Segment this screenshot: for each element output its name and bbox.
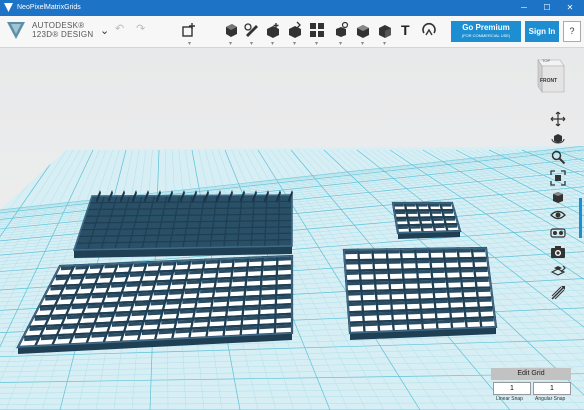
- undo-icon[interactable]: ↶: [115, 22, 124, 35]
- orbit-icon[interactable]: [550, 130, 566, 146]
- snap-settings-icon[interactable]: [550, 285, 566, 301]
- brand-line1: AUTODESK®: [32, 21, 85, 30]
- autodesk-logo-icon: [7, 22, 25, 39]
- view-cube[interactable]: TOP FRONT: [534, 56, 566, 96]
- minimize-button[interactable]: ─: [513, 0, 535, 16]
- angular-snap-label: Angular Snap: [535, 396, 566, 402]
- grid-10x8[interactable]: [342, 246, 498, 340]
- construct-icon[interactable]: [264, 21, 282, 39]
- snap-icon[interactable]: [420, 21, 438, 39]
- view-cube-top-label: TOP: [542, 58, 551, 63]
- window-titlebar: NeoPixelMatrixGrids ─ ☐ ✕: [0, 0, 584, 16]
- construct-dropdown-indicator[interactable]: ▾: [271, 40, 274, 47]
- view-icon[interactable]: [550, 189, 566, 205]
- modify-icon[interactable]: [286, 21, 304, 39]
- edit-grid-button[interactable]: Edit Grid: [491, 368, 571, 380]
- primitives-dropdown-indicator[interactable]: ▾: [229, 40, 232, 47]
- redo-icon[interactable]: ↷: [136, 22, 145, 35]
- measure-dropdown-indicator[interactable]: ▾: [383, 40, 386, 47]
- sketch-icon[interactable]: [243, 21, 261, 39]
- grid-5x4[interactable]: [391, 201, 462, 239]
- primitives-icon[interactable]: [222, 21, 240, 39]
- go-premium-sublabel: (FOR COMMERCIAL USE): [461, 33, 511, 38]
- material-icon[interactable]: [550, 225, 566, 241]
- main-toolbar: AUTODESK® 123D® DESIGN ⌄ ↶ ↷ T ▾ ▾ ▾ ▾ ▾…: [0, 16, 584, 48]
- combine-dropdown-indicator[interactable]: ▾: [361, 40, 364, 47]
- help-button[interactable]: ?: [563, 21, 581, 42]
- grid-16x8-unassembled[interactable]: [72, 190, 293, 258]
- go-premium-button[interactable]: Go Premium (FOR COMMERCIAL USE): [451, 21, 521, 42]
- viewport-3d[interactable]: [0, 48, 584, 410]
- go-premium-label: Go Premium: [462, 23, 510, 32]
- fit-icon[interactable]: [550, 170, 566, 186]
- sign-in-button[interactable]: Sign In: [525, 21, 559, 42]
- combine-icon[interactable]: [354, 21, 372, 39]
- view-cube-front-label: FRONT: [540, 78, 558, 84]
- visibility-icon[interactable]: [550, 207, 566, 223]
- grid-16x8-assembled[interactable]: [16, 254, 294, 354]
- sketch-dropdown-indicator[interactable]: ▾: [250, 40, 253, 47]
- zoom-icon[interactable]: [550, 149, 566, 165]
- viewport-scroll-indicator[interactable]: [579, 198, 582, 238]
- screenshot-icon[interactable]: [550, 244, 566, 260]
- scene: [0, 146, 584, 410]
- new-shape-icon[interactable]: [180, 21, 198, 39]
- text-tool-icon[interactable]: T: [401, 22, 410, 38]
- main-menu-chevron-icon[interactable]: ⌄: [100, 24, 109, 37]
- pattern-icon[interactable]: [308, 21, 326, 39]
- grid-settings-icon[interactable]: [550, 264, 566, 280]
- app-logo-icon: [4, 3, 13, 12]
- group-dropdown-indicator[interactable]: ▾: [339, 40, 342, 47]
- scene-objects: [16, 190, 498, 354]
- measure-icon[interactable]: [376, 21, 394, 39]
- pattern-dropdown-indicator[interactable]: ▾: [315, 40, 318, 47]
- brand-line2: 123D® DESIGN: [32, 30, 94, 39]
- modify-dropdown-indicator[interactable]: ▾: [293, 40, 296, 47]
- linear-snap-field[interactable]: 1: [493, 382, 531, 395]
- window-title: NeoPixelMatrixGrids: [17, 4, 81, 11]
- maximize-button[interactable]: ☐: [536, 0, 558, 16]
- close-button[interactable]: ✕: [559, 0, 581, 16]
- pan-icon[interactable]: [550, 111, 566, 127]
- new-shape-dropdown-indicator[interactable]: ▾: [188, 40, 191, 47]
- angular-snap-field[interactable]: 1: [533, 382, 571, 395]
- linear-snap-label: Linear Snap: [496, 396, 523, 402]
- group-icon[interactable]: [332, 21, 350, 39]
